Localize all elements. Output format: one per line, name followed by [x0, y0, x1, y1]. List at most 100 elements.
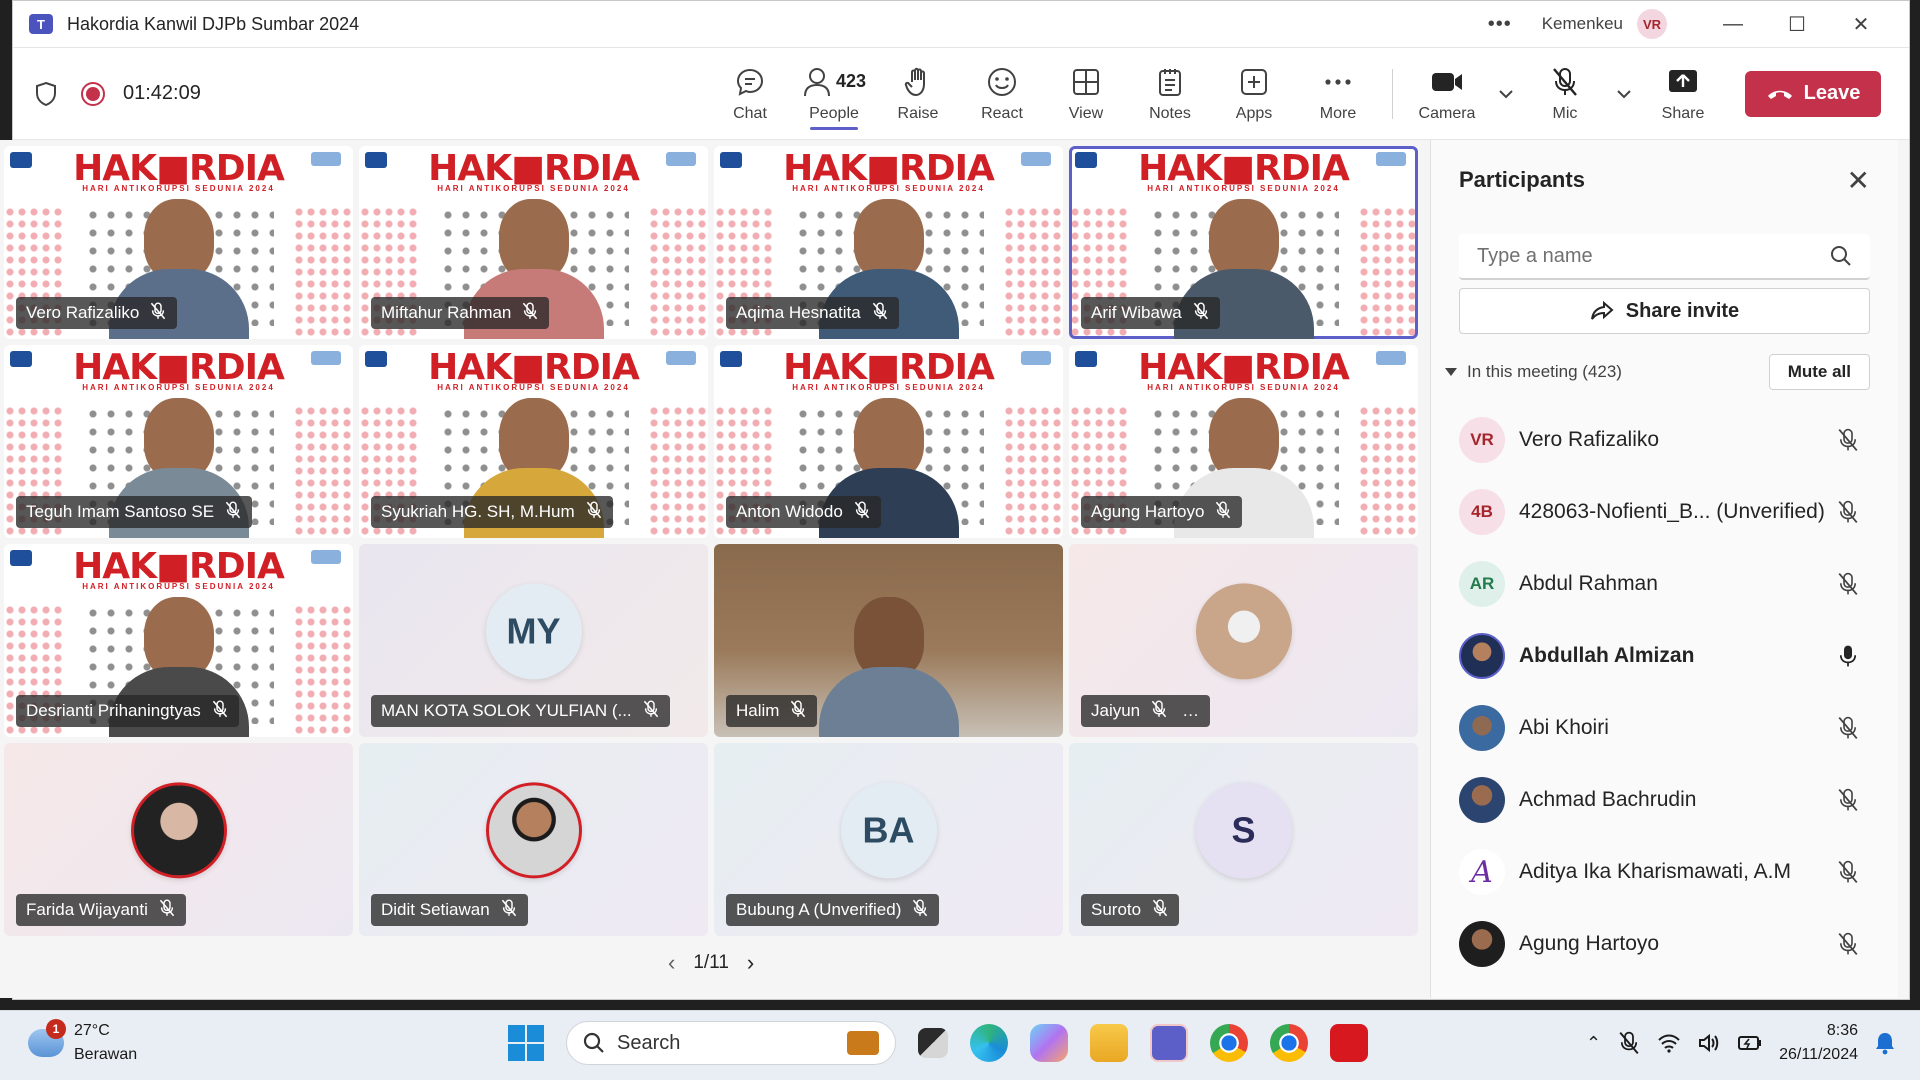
next-page-chevron-right-icon[interactable]: ›	[747, 950, 754, 976]
participant-list-item[interactable]: VR Vero Rafizaliko	[1431, 404, 1898, 476]
participant-name: Farida Wijayanti	[26, 900, 148, 919]
participant-tile[interactable]: HAK■RDIA HARI ANTIKORUPSI SEDUNIA 2024 Mif…	[359, 146, 708, 339]
apps-button[interactable]: Apps	[1212, 58, 1296, 130]
smiley-icon	[986, 65, 1018, 99]
participant-tile[interactable]: BA Bubung A (Unverified)	[714, 743, 1063, 936]
more-options-icon[interactable]: …	[1182, 701, 1200, 721]
participant-tile[interactable]: Halim	[714, 544, 1063, 737]
raise-hand-button[interactable]: Raise	[876, 58, 960, 130]
copilot-icon[interactable]	[1030, 1024, 1068, 1062]
notes-button[interactable]: Notes	[1128, 58, 1212, 130]
previous-page-chevron-left-icon[interactable]: ‹	[668, 950, 675, 976]
volume-icon[interactable]	[1697, 1033, 1721, 1053]
mic-off-icon[interactable]	[1834, 571, 1862, 597]
view-button[interactable]: View	[1044, 58, 1128, 130]
participant-list-item[interactable]: 4B 428063-Nofienti_B... (Unverified)	[1431, 476, 1898, 548]
participant-tile[interactable]: Farida Wijayanti	[4, 743, 353, 936]
share-button[interactable]: Share	[1641, 58, 1725, 130]
battery-icon[interactable]	[1737, 1034, 1763, 1052]
participant-tile[interactable]: S Suroto	[1069, 743, 1418, 936]
weather-badge: 1	[46, 1019, 66, 1039]
participant-name-chip: Halim	[726, 695, 818, 727]
participant-tile[interactable]: HAK■RDIA HARI ANTIKORUPSI SEDUNIA 2024 Ari…	[1069, 146, 1418, 339]
participant-tile[interactable]: HAK■RDIA HARI ANTIKORUPSI SEDUNIA 2024 Ver…	[4, 146, 353, 339]
shield-icon[interactable]	[33, 81, 59, 107]
maximize-button[interactable]: ☐	[1765, 1, 1829, 48]
file-explorer-icon[interactable]	[1090, 1024, 1128, 1062]
banner-title: HAK■RDIA	[428, 148, 640, 189]
participant-tile[interactable]: HAK■RDIA HARI ANTIKORUPSI SEDUNIA 2024 Des…	[4, 544, 353, 737]
notification-bell-icon[interactable]	[1874, 1031, 1896, 1055]
system-clock[interactable]: 8:36 26/11/2024	[1779, 1019, 1858, 1067]
edge-browser-icon[interactable]	[970, 1024, 1008, 1062]
share-invite-button[interactable]: Share invite	[1459, 288, 1870, 334]
leave-button[interactable]: Leave	[1745, 70, 1881, 117]
participant-name-chip: Jaiyun…	[1081, 695, 1211, 727]
chat-label: Chat	[733, 104, 767, 122]
close-panel-icon[interactable]: ✕	[1847, 164, 1870, 197]
participant-name: Didit Setiawan	[381, 900, 490, 919]
participant-avatar	[1459, 921, 1505, 967]
collapse-triangle-icon[interactable]	[1445, 368, 1457, 376]
mic-button[interactable]: Mic	[1523, 58, 1607, 130]
more-button[interactable]: More	[1296, 58, 1380, 130]
weather-temperature: 27°C	[74, 1022, 110, 1039]
participant-tile[interactable]: HAK■RDIA HARI ANTIKORUPSI SEDUNIA 2024 Syu…	[359, 345, 708, 538]
close-window-button[interactable]: ✕	[1829, 1, 1893, 48]
participant-name: Halim	[736, 701, 780, 720]
participant-tile[interactable]: HAK■RDIA HARI ANTIKORUPSI SEDUNIA 2024 Ant…	[714, 345, 1063, 538]
participant-list-item[interactable]: Achmad Bachrudin	[1431, 764, 1898, 836]
mic-off-icon[interactable]	[1834, 715, 1862, 741]
mic-on-icon[interactable]	[1834, 643, 1862, 669]
show-hidden-icons-chevron-up-icon[interactable]: ⌃	[1586, 1033, 1601, 1054]
search-icon[interactable]	[1830, 245, 1852, 267]
participant-tile[interactable]: Jaiyun…	[1069, 544, 1418, 737]
participant-tile[interactable]: Didit Setiawan	[359, 743, 708, 936]
more-options-icon[interactable]: •••	[1488, 13, 1512, 36]
mic-muted-tray-icon[interactable]	[1617, 1030, 1641, 1056]
organization-name[interactable]: Kemenkeu	[1542, 14, 1623, 34]
camera-button[interactable]: Camera	[1405, 58, 1489, 130]
people-label: People	[809, 104, 859, 122]
mic-off-icon[interactable]	[1834, 787, 1862, 813]
banner-pattern	[1358, 206, 1418, 339]
participant-list-item[interactable]: Abi Khoiri	[1431, 692, 1898, 764]
participant-list-item[interactable]: Abdullah Almizan	[1431, 620, 1898, 692]
mic-options-chevron-down-icon[interactable]	[1607, 58, 1641, 130]
chrome-icon[interactable]	[1210, 1024, 1248, 1062]
system-tray: ⌃ 8:36 26/11/2024	[1586, 1019, 1920, 1067]
people-button[interactable]: 423 People	[792, 58, 876, 130]
weather-widget[interactable]: 1 27°C Berawan	[28, 1019, 137, 1067]
mic-off-icon[interactable]	[1834, 931, 1862, 957]
minimize-button[interactable]: —	[1701, 1, 1765, 48]
participant-search-input[interactable]	[1477, 244, 1830, 268]
participant-list-item[interactable]: AR Abdul Rahman	[1431, 548, 1898, 620]
windows-start-icon[interactable]	[508, 1025, 544, 1061]
camera-options-chevron-down-icon[interactable]	[1489, 58, 1523, 130]
participant-name: Vero Rafizaliko	[26, 303, 140, 322]
participant-tile[interactable]: HAK■RDIA HARI ANTIKORUPSI SEDUNIA 2024 Agu…	[1069, 345, 1418, 538]
mic-off-icon[interactable]	[1834, 859, 1862, 885]
participant-tile[interactable]: HAK■RDIA HARI ANTIKORUPSI SEDUNIA 2024 Aqi…	[714, 146, 1063, 339]
participant-list-item[interactable]: Agung Hartoyo	[1431, 908, 1898, 980]
mic-off-icon[interactable]	[1834, 427, 1862, 453]
participant-name: Suroto	[1091, 900, 1142, 919]
mute-all-button[interactable]: Mute all	[1768, 354, 1870, 390]
teams-app-icon[interactable]	[1150, 1024, 1188, 1062]
mic-off-icon[interactable]	[1834, 499, 1862, 525]
participant-name-chip: Miftahur Rahman	[371, 297, 550, 329]
chrome-profile-icon[interactable]	[1270, 1024, 1308, 1062]
acrobat-icon[interactable]	[1330, 1024, 1368, 1062]
react-button[interactable]: React	[960, 58, 1044, 130]
task-view-icon[interactable]	[918, 1028, 948, 1058]
in-meeting-section-header[interactable]: In this meeting (423) Mute all	[1431, 346, 1898, 398]
participant-avatar	[1459, 705, 1505, 751]
chat-button[interactable]: Chat	[708, 58, 792, 130]
participant-tile[interactable]: MY MAN KOTA SOLOK YULFIAN (...	[359, 544, 708, 737]
participant-list-item[interactable]: A Aditya Ika Kharismawati, A.M	[1431, 836, 1898, 908]
wifi-icon[interactable]	[1657, 1033, 1681, 1053]
taskbar-apps: Search	[508, 1021, 1368, 1065]
taskbar-search[interactable]: Search	[566, 1021, 896, 1065]
user-avatar[interactable]: VR	[1637, 9, 1667, 39]
participant-tile[interactable]: HAK■RDIA HARI ANTIKORUPSI SEDUNIA 2024 Teg…	[4, 345, 353, 538]
